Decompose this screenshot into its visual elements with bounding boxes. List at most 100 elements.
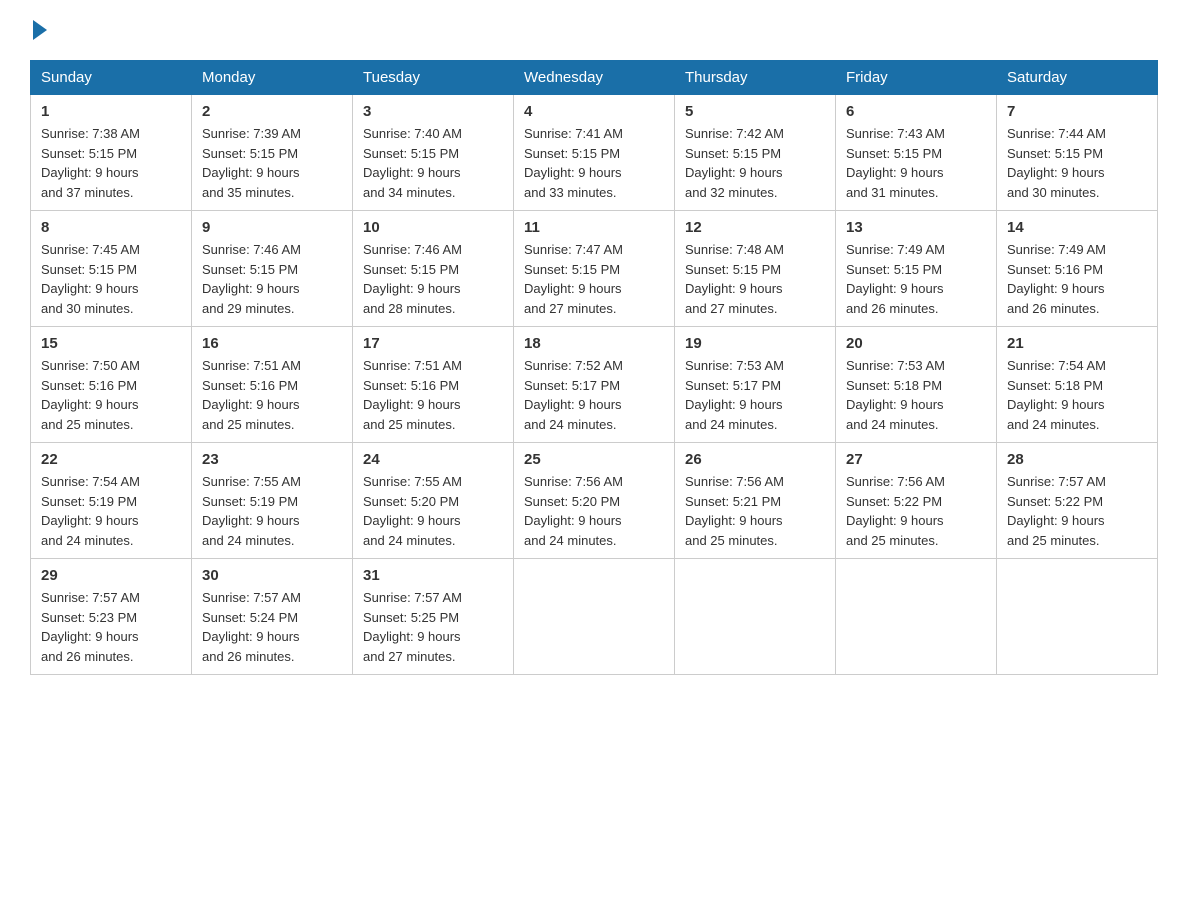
day-info: Sunrise: 7:47 AMSunset: 5:15 PMDaylight:…: [524, 240, 664, 318]
calendar-day: 1 Sunrise: 7:38 AMSunset: 5:15 PMDaylight…: [31, 95, 192, 211]
calendar-day: 14Sunrise: 7:49 AMSunset: 5:16 PMDayligh…: [997, 211, 1158, 327]
day-info: Sunrise: 7:39 AMSunset: 5:15 PMDaylight:…: [202, 124, 342, 202]
calendar-day: [514, 559, 675, 675]
day-info: Sunrise: 7:55 AMSunset: 5:20 PMDaylight:…: [363, 472, 503, 550]
calendar-day: 22 Sunrise: 7:54 AMSunset: 5:19 PMDayligh…: [31, 443, 192, 559]
calendar-week-3: 15 Sunrise: 7:50 AMSunset: 5:16 PMDayligh…: [31, 327, 1158, 443]
calendar-day: 26 Sunrise: 7:56 AMSunset: 5:21 PMDayligh…: [675, 443, 836, 559]
calendar-day: 20 Sunrise: 7:53 AMSunset: 5:18 PMDayligh…: [836, 327, 997, 443]
day-info: Sunrise: 7:57 AMSunset: 5:22 PMDaylight:…: [1007, 472, 1147, 550]
day-info: Sunrise: 7:41 AMSunset: 5:15 PMDaylight:…: [524, 124, 664, 202]
day-info: Sunrise: 7:42 AMSunset: 5:15 PMDaylight:…: [685, 124, 825, 202]
header-cell-sunday: Sunday: [31, 61, 192, 95]
calendar-day: 5 Sunrise: 7:42 AMSunset: 5:15 PMDaylight…: [675, 95, 836, 211]
day-info: Sunrise: 7:57 AMSunset: 5:25 PMDaylight:…: [363, 588, 503, 666]
day-number: 28: [1007, 451, 1147, 468]
calendar-day: 17Sunrise: 7:51 AMSunset: 5:16 PMDayligh…: [353, 327, 514, 443]
calendar-day: 2 Sunrise: 7:39 AMSunset: 5:15 PMDaylight…: [192, 95, 353, 211]
calendar-day: [675, 559, 836, 675]
day-number: 23: [202, 451, 342, 468]
day-info: Sunrise: 7:45 AMSunset: 5:15 PMDaylight:…: [41, 240, 181, 318]
calendar-day: 29 Sunrise: 7:57 AMSunset: 5:23 PMDayligh…: [31, 559, 192, 675]
day-number: 7: [1007, 103, 1147, 120]
logo: [30, 20, 50, 40]
day-number: 3: [363, 103, 503, 120]
calendar-day: 9 Sunrise: 7:46 AMSunset: 5:15 PMDaylight…: [192, 211, 353, 327]
calendar-day: 4 Sunrise: 7:41 AMSunset: 5:15 PMDaylight…: [514, 95, 675, 211]
logo-text: [30, 20, 50, 40]
day-number: 19: [685, 335, 825, 352]
calendar-day: 24 Sunrise: 7:55 AMSunset: 5:20 PMDayligh…: [353, 443, 514, 559]
day-number: 6: [846, 103, 986, 120]
day-info: Sunrise: 7:43 AMSunset: 5:15 PMDaylight:…: [846, 124, 986, 202]
calendar-day: 7 Sunrise: 7:44 AMSunset: 5:15 PMDaylight…: [997, 95, 1158, 211]
day-info: Sunrise: 7:46 AMSunset: 5:15 PMDaylight:…: [202, 240, 342, 318]
calendar-week-5: 29 Sunrise: 7:57 AMSunset: 5:23 PMDayligh…: [31, 559, 1158, 675]
header-cell-monday: Monday: [192, 61, 353, 95]
day-number: 14: [1007, 219, 1147, 236]
day-info: Sunrise: 7:38 AMSunset: 5:15 PMDaylight:…: [41, 124, 181, 202]
header-cell-friday: Friday: [836, 61, 997, 95]
day-info: Sunrise: 7:50 AMSunset: 5:16 PMDaylight:…: [41, 356, 181, 434]
day-info: Sunrise: 7:54 AMSunset: 5:18 PMDaylight:…: [1007, 356, 1147, 434]
calendar-week-4: 22 Sunrise: 7:54 AMSunset: 5:19 PMDayligh…: [31, 443, 1158, 559]
day-info: Sunrise: 7:40 AMSunset: 5:15 PMDaylight:…: [363, 124, 503, 202]
day-number: 2: [202, 103, 342, 120]
day-info: Sunrise: 7:53 AMSunset: 5:18 PMDaylight:…: [846, 356, 986, 434]
day-number: 25: [524, 451, 664, 468]
calendar-day: 6 Sunrise: 7:43 AMSunset: 5:15 PMDaylight…: [836, 95, 997, 211]
calendar-table: SundayMondayTuesdayWednesdayThursdayFrid…: [30, 60, 1158, 675]
day-number: 4: [524, 103, 664, 120]
day-number: 5: [685, 103, 825, 120]
page-header: [30, 20, 1158, 40]
day-number: 31: [363, 567, 503, 584]
calendar-day: 3 Sunrise: 7:40 AMSunset: 5:15 PMDaylight…: [353, 95, 514, 211]
day-number: 26: [685, 451, 825, 468]
day-info: Sunrise: 7:57 AMSunset: 5:23 PMDaylight:…: [41, 588, 181, 666]
calendar-week-2: 8 Sunrise: 7:45 AMSunset: 5:15 PMDaylight…: [31, 211, 1158, 327]
calendar-day: [997, 559, 1158, 675]
day-number: 24: [363, 451, 503, 468]
logo-arrow-icon: [33, 20, 47, 40]
calendar-day: 19 Sunrise: 7:53 AMSunset: 5:17 PMDayligh…: [675, 327, 836, 443]
day-number: 21: [1007, 335, 1147, 352]
day-number: 9: [202, 219, 342, 236]
day-info: Sunrise: 7:49 AMSunset: 5:15 PMDaylight:…: [846, 240, 986, 318]
calendar-day: 25 Sunrise: 7:56 AMSunset: 5:20 PMDayligh…: [514, 443, 675, 559]
day-info: Sunrise: 7:56 AMSunset: 5:21 PMDaylight:…: [685, 472, 825, 550]
day-info: Sunrise: 7:44 AMSunset: 5:15 PMDaylight:…: [1007, 124, 1147, 202]
day-info: Sunrise: 7:56 AMSunset: 5:20 PMDaylight:…: [524, 472, 664, 550]
day-info: Sunrise: 7:56 AMSunset: 5:22 PMDaylight:…: [846, 472, 986, 550]
calendar-day: 12 Sunrise: 7:48 AMSunset: 5:15 PMDayligh…: [675, 211, 836, 327]
calendar-day: 23 Sunrise: 7:55 AMSunset: 5:19 PMDayligh…: [192, 443, 353, 559]
day-info: Sunrise: 7:53 AMSunset: 5:17 PMDaylight:…: [685, 356, 825, 434]
calendar-day: [836, 559, 997, 675]
calendar-day: 10Sunrise: 7:46 AMSunset: 5:15 PMDayligh…: [353, 211, 514, 327]
calendar-day: 13Sunrise: 7:49 AMSunset: 5:15 PMDayligh…: [836, 211, 997, 327]
day-number: 8: [41, 219, 181, 236]
calendar-header: SundayMondayTuesdayWednesdayThursdayFrid…: [31, 61, 1158, 95]
day-info: Sunrise: 7:48 AMSunset: 5:15 PMDaylight:…: [685, 240, 825, 318]
day-number: 10: [363, 219, 503, 236]
calendar-day: 16Sunrise: 7:51 AMSunset: 5:16 PMDayligh…: [192, 327, 353, 443]
day-number: 15: [41, 335, 181, 352]
day-info: Sunrise: 7:54 AMSunset: 5:19 PMDaylight:…: [41, 472, 181, 550]
header-cell-tuesday: Tuesday: [353, 61, 514, 95]
day-info: Sunrise: 7:57 AMSunset: 5:24 PMDaylight:…: [202, 588, 342, 666]
day-number: 30: [202, 567, 342, 584]
header-cell-saturday: Saturday: [997, 61, 1158, 95]
day-info: Sunrise: 7:52 AMSunset: 5:17 PMDaylight:…: [524, 356, 664, 434]
day-number: 20: [846, 335, 986, 352]
day-number: 29: [41, 567, 181, 584]
day-number: 27: [846, 451, 986, 468]
day-info: Sunrise: 7:55 AMSunset: 5:19 PMDaylight:…: [202, 472, 342, 550]
calendar-day: 28 Sunrise: 7:57 AMSunset: 5:22 PMDayligh…: [997, 443, 1158, 559]
day-number: 1: [41, 103, 181, 120]
calendar-week-1: 1 Sunrise: 7:38 AMSunset: 5:15 PMDaylight…: [31, 95, 1158, 211]
calendar-day: 27 Sunrise: 7:56 AMSunset: 5:22 PMDayligh…: [836, 443, 997, 559]
day-info: Sunrise: 7:51 AMSunset: 5:16 PMDaylight:…: [363, 356, 503, 434]
day-number: 22: [41, 451, 181, 468]
calendar-body: 1 Sunrise: 7:38 AMSunset: 5:15 PMDaylight…: [31, 95, 1158, 675]
calendar-day: 15 Sunrise: 7:50 AMSunset: 5:16 PMDayligh…: [31, 327, 192, 443]
day-number: 12: [685, 219, 825, 236]
